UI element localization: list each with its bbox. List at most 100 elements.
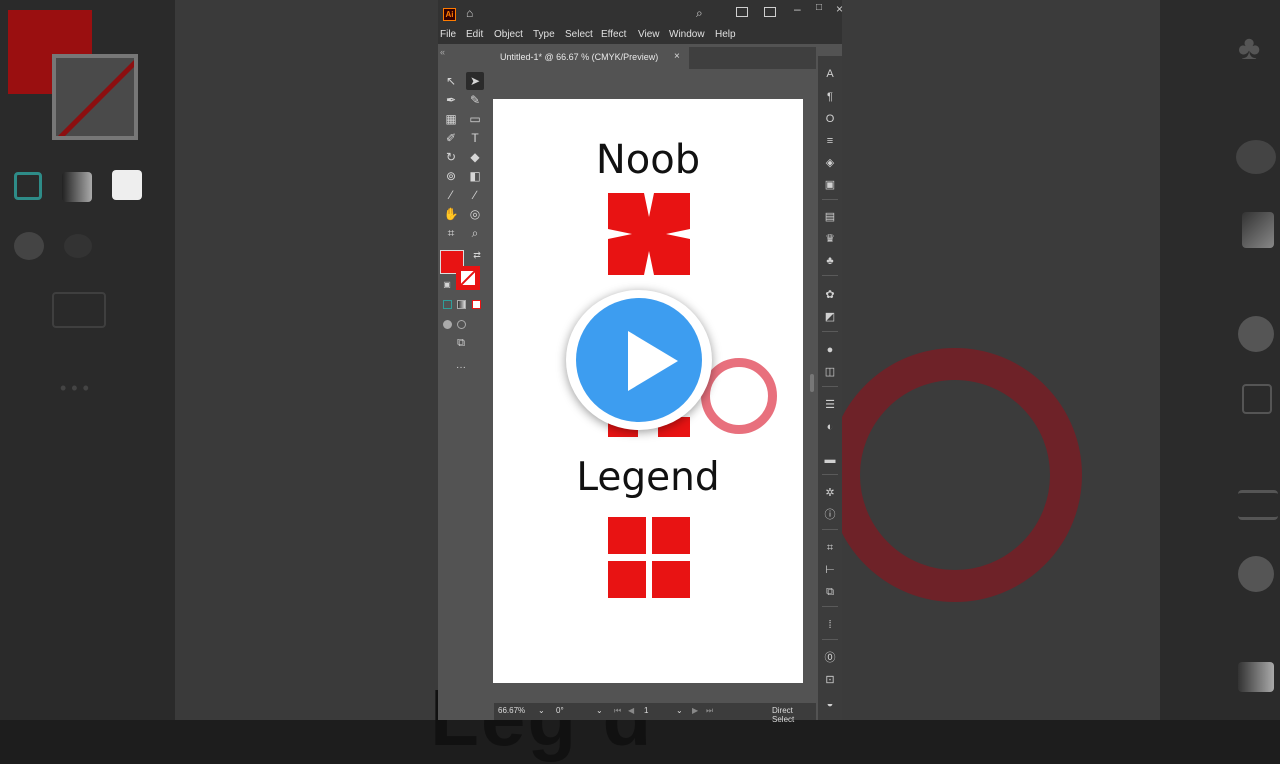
mesh-tool-icon[interactable]: ▦ <box>442 110 460 128</box>
shape-builder-tool-icon[interactable]: ◎ <box>466 205 484 223</box>
default-colors-icon[interactable]: ▣ <box>438 276 456 294</box>
align-panel-icon[interactable]: ⊢ <box>822 562 838 578</box>
brushes-panel-icon[interactable]: ♛ <box>822 231 838 247</box>
zoom-tool-icon[interactable]: ⌕ <box>466 224 484 242</box>
color-mode-icon[interactable] <box>443 300 452 309</box>
artboard-tool-icon[interactable]: ⌗ <box>442 224 460 242</box>
menu-window[interactable]: Window <box>669 29 705 40</box>
tools-panel: ↖ ➤ ✒ ✎ ▦ ▭ ✐ T ↻ ◆ ⊚ ◧ ⁄ ∕ ✋ ◎ ⌗ ⌕ ⇄ ▣ … <box>438 68 493 388</box>
bg-none-icon <box>112 170 142 200</box>
toolbar-collapse-icon[interactable]: « <box>440 47 445 57</box>
document-tab[interactable]: Untitled-1* @ 66.67 % (CMYK/Preview) <box>494 47 689 69</box>
gradient-tool-icon[interactable]: ◧ <box>466 167 484 185</box>
pathfinder-panel-icon[interactable]: ◐ <box>822 419 838 435</box>
artboard-number[interactable]: 1 <box>644 706 648 715</box>
search-icon[interactable]: ⌕ <box>696 6 703 21</box>
noob-label: Noob <box>595 137 701 183</box>
edit-toolbar-icon[interactable]: ··· <box>452 359 470 377</box>
color-panel-icon[interactable]: ✿ <box>822 287 838 303</box>
legend-square-bottom-right[interactable] <box>652 561 690 598</box>
zoom-level[interactable]: 66.67% <box>498 706 525 715</box>
legend-square-top-left[interactable] <box>608 517 646 554</box>
lasso-tool-icon[interactable]: ⊚ <box>442 167 460 185</box>
blend-tool-icon[interactable]: ∕ <box>466 186 484 204</box>
puppet-warp-tool-icon[interactable]: ✋ <box>442 205 460 223</box>
panel-divider <box>822 275 838 276</box>
links-panel-icon[interactable]: ⧉ <box>822 584 838 600</box>
type-tool-icon[interactable]: T <box>466 129 484 147</box>
zoom-dropdown-icon[interactable]: ⌄ <box>538 706 545 715</box>
rotation-value[interactable]: 0° <box>556 706 564 715</box>
noob-shape[interactable] <box>608 193 690 275</box>
swap-colors-icon[interactable]: ⇄ <box>468 246 486 264</box>
legend-square-top-right[interactable] <box>652 517 690 554</box>
asset-export-panel-icon[interactable]: ⁞ <box>822 617 838 633</box>
opentype-panel-icon[interactable]: O <box>822 111 838 127</box>
vertical-scrollbar[interactable] <box>810 374 814 392</box>
bg-stroke-swatch <box>52 54 138 140</box>
play-button-circle <box>576 298 702 422</box>
appearance-panel-icon[interactable]: ● <box>822 342 838 358</box>
rotate-tool-icon[interactable]: ↻ <box>442 148 460 166</box>
home-icon[interactable]: ⌂ <box>466 6 473 20</box>
direct-selection-tool-icon[interactable]: ➤ <box>466 72 484 90</box>
menu-type[interactable]: Type <box>533 29 555 40</box>
stroke-panel-icon[interactable]: ☰ <box>822 397 838 413</box>
screen-mode-icon[interactable]: ⧉ <box>452 334 470 352</box>
paintbrush-tool-icon[interactable]: ✐ <box>442 129 460 147</box>
eyedropper-tool-icon[interactable]: ⁄ <box>442 186 460 204</box>
first-artboard-icon[interactable]: ⏮ <box>614 706 621 716</box>
close-window-icon[interactable]: × <box>836 2 843 16</box>
bg-graphic-styles-icon <box>1242 384 1272 414</box>
swatches-panel-icon[interactable]: ▤ <box>822 209 838 225</box>
next-artboard-icon[interactable]: ▶ <box>692 706 698 715</box>
symbols-panel-icon[interactable]: ♣ <box>822 253 838 269</box>
menu-file[interactable]: File <box>440 29 456 40</box>
menu-help[interactable]: Help <box>715 29 736 40</box>
gradient-panel-icon[interactable]: ▬ <box>822 452 838 468</box>
gradient-mode-icon[interactable] <box>457 300 466 309</box>
character-panel-icon[interactable]: A <box>822 66 838 82</box>
paragraph-panel-icon[interactable]: ¶ <box>822 89 838 105</box>
eraser-tool-icon[interactable]: ◆ <box>466 148 484 166</box>
draw-normal-icon[interactable] <box>443 320 452 329</box>
layers-panel-icon[interactable]: ◈ <box>822 155 838 171</box>
transparency-panel-icon[interactable]: ◩ <box>822 309 838 325</box>
menu-effect[interactable]: Effect <box>601 29 626 40</box>
play-button[interactable] <box>566 290 712 430</box>
close-tab-icon[interactable]: × <box>674 51 680 62</box>
artboards-panel-icon[interactable]: ⌗ <box>822 540 838 556</box>
menu-view[interactable]: View <box>638 29 660 40</box>
pink-ring-shape[interactable] <box>701 358 777 434</box>
minimize-icon[interactable]: – <box>794 2 801 16</box>
info-panel-icon[interactable]: ⓘ <box>822 507 838 523</box>
rectangle-tool-icon[interactable]: ▭ <box>466 110 484 128</box>
transform-panel-icon[interactable]: ✲ <box>822 485 838 501</box>
selection-tool-icon[interactable]: ↖ <box>442 72 460 90</box>
draw-behind-icon[interactable] <box>457 320 466 329</box>
rotation-dropdown-icon[interactable]: ⌄ <box>596 706 603 715</box>
menu-edit[interactable]: Edit <box>466 29 483 40</box>
panel-divider <box>822 331 838 332</box>
none-mode-icon[interactable] <box>472 300 481 309</box>
arrange-documents-icon[interactable] <box>736 7 748 17</box>
artboard-dropdown-icon[interactable]: ⌄ <box>676 706 683 715</box>
curvature-tool-icon[interactable]: ✎ <box>466 91 484 109</box>
pen-tool-icon[interactable]: ✒ <box>442 91 460 109</box>
maximize-icon[interactable]: □ <box>816 2 822 13</box>
bg-screen-mode-icon <box>52 292 106 328</box>
last-artboard-icon[interactable]: ⏭ <box>706 706 713 716</box>
graphic-styles-panel-icon[interactable]: ◫ <box>822 364 838 380</box>
document-info-panel-icon[interactable]: ⓪ <box>822 650 838 666</box>
bg-stroke-icon <box>1238 490 1278 520</box>
stroke-color-swatch[interactable] <box>456 266 480 290</box>
workspace-icon[interactable] <box>764 7 776 17</box>
menu-select[interactable]: Select <box>565 29 593 40</box>
prev-artboard-icon[interactable]: ◀ <box>628 706 634 715</box>
legend-square-bottom-left[interactable] <box>608 561 646 598</box>
navigator-panel-icon[interactable]: ◒ <box>822 696 838 712</box>
image-trace-panel-icon[interactable]: ⊡ <box>822 672 838 688</box>
properties-panel-icon[interactable]: ≡ <box>822 133 838 149</box>
libraries-panel-icon[interactable]: ▣ <box>822 177 838 193</box>
menu-object[interactable]: Object <box>494 29 523 40</box>
